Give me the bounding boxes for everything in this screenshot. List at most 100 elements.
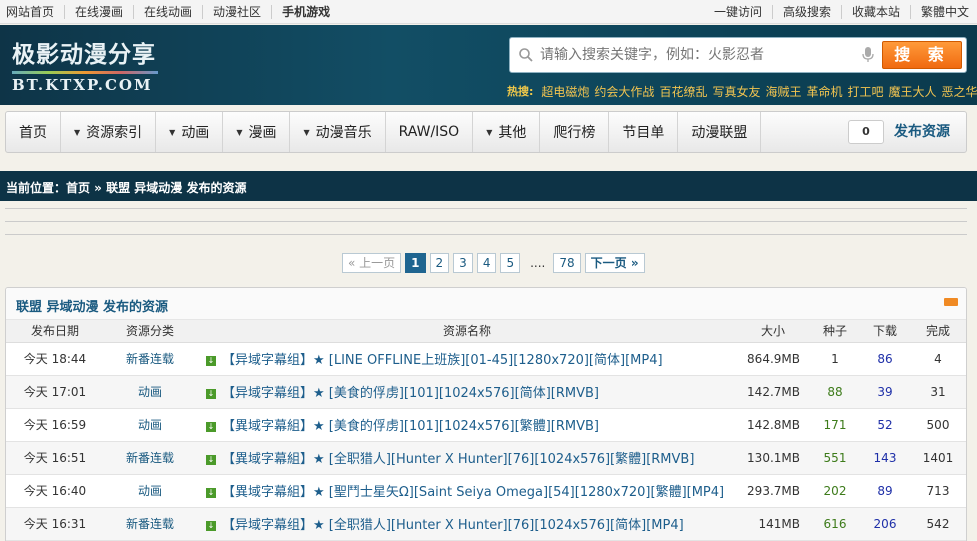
- top-link[interactable]: 收藏本站: [842, 5, 911, 19]
- nav-item[interactable]: ▼ 其他: [473, 112, 541, 152]
- nav-item[interactable]: ▼ 动画: [156, 112, 224, 152]
- hot-search-link[interactable]: 打工吧: [848, 85, 884, 99]
- category-link[interactable]: 动画: [104, 408, 196, 442]
- download-icon[interactable]: ↓: [206, 421, 216, 432]
- column-header[interactable]: 资源名称: [196, 320, 738, 343]
- site-header: 极影动漫分享 BT.KTXP.COM 搜 索 热搜: 超电磁炮约会大作战百花缭乱…: [0, 25, 977, 105]
- table-row: 今天 16:59 动画 ↓ 【異域字幕組】★ [美食的俘虏][101][1024x57…: [6, 408, 966, 442]
- publish-date: 今天 16:31: [6, 507, 104, 541]
- column-header[interactable]: 发布日期: [6, 320, 104, 343]
- download-icon[interactable]: ↓: [206, 487, 216, 498]
- nav-item[interactable]: 爬行榜: [540, 112, 610, 152]
- top-link[interactable]: 在线漫画: [65, 5, 135, 19]
- top-link[interactable]: 动漫社区: [203, 5, 273, 19]
- resource-name-link[interactable]: 【異域字幕組】★ [美食的俘虏][101][1024x576][繁體][RMVB…: [222, 419, 599, 434]
- resource-name-cell: ↓ 【异域字幕组】★ [全职猎人][Hunter X Hunter][76][10…: [196, 507, 738, 541]
- publish-date: 今天 16:59: [6, 408, 104, 442]
- download-icon[interactable]: ↓: [206, 355, 216, 366]
- resource-panel: 联盟 异域动漫 发布的资源 发布日期 资源分类 资源名称 大小 种子 下载 完成 今天 18…: [5, 287, 967, 541]
- nav-item[interactable]: ▼ 动漫音乐: [290, 112, 386, 152]
- table-row: 今天 16:40 动画 ↓ 【異域字幕組】★ [聖鬥士星矢Ω][Saint Seiya…: [6, 474, 966, 508]
- page-number-button[interactable]: 2: [429, 253, 450, 273]
- top-link[interactable]: 网站首页: [0, 5, 66, 19]
- download-count: 52: [862, 408, 908, 442]
- file-size: 142.8MB: [738, 408, 808, 442]
- nav-item[interactable]: 首页: [6, 112, 61, 152]
- microphone-icon[interactable]: [862, 47, 874, 63]
- prev-page-button[interactable]: « 上一页: [342, 253, 402, 273]
- search-input[interactable]: [540, 44, 860, 66]
- caret-down-icon: ▼: [303, 127, 310, 137]
- hot-search-link[interactable]: 魔王大人: [889, 85, 937, 99]
- hot-search-link[interactable]: 百花缭乱: [659, 85, 707, 99]
- nav-item[interactable]: 动漫联盟: [678, 112, 762, 152]
- next-page-button[interactable]: 下一页 »: [584, 253, 645, 273]
- hot-links: 超电磁炮 约会大作战 百花缭乱 写真女友 海贼王 革命机 打工吧 魔王大人 恶之华: [541, 83, 977, 100]
- resource-name-cell: ↓ 【异域字幕组】★ [LINE OFFLINE上班族][01-45][1280x…: [196, 342, 738, 376]
- download-count: 206: [862, 507, 908, 541]
- hot-search-link[interactable]: 革命机: [806, 85, 842, 99]
- nav-item-label: RAW/ISO: [398, 124, 460, 140]
- search-box: 搜 索: [509, 37, 967, 73]
- hot-search-link[interactable]: 超电磁炮: [541, 85, 589, 99]
- category-link[interactable]: 动画: [104, 474, 196, 508]
- top-link[interactable]: 繁體中文: [911, 5, 977, 19]
- top-link[interactable]: 在线动画: [134, 5, 204, 19]
- publish-date: 今天 16:51: [6, 441, 104, 475]
- divider: [5, 234, 967, 235]
- resource-name-link[interactable]: 【異域字幕組】★ [全职猎人][Hunter X Hunter][76][102…: [222, 452, 694, 467]
- page-number-button[interactable]: 3: [453, 253, 473, 273]
- download-icon[interactable]: ↓: [206, 388, 216, 399]
- rss-icon[interactable]: [944, 298, 958, 306]
- nav-item[interactable]: RAW/ISO: [386, 112, 474, 152]
- resource-name-link[interactable]: 【异域字幕组】★ [美食的俘虏][101][1024x576][简体][RMVB…: [222, 386, 599, 401]
- category-link[interactable]: 新番连载: [104, 342, 196, 376]
- resource-name-link[interactable]: 【异域字幕组】★ [全职猎人][Hunter X Hunter][76][102…: [222, 518, 684, 533]
- logo-text: 极影动漫分享: [12, 42, 156, 68]
- resource-name-link[interactable]: 【異域字幕組】★ [聖鬥士星矢Ω][Saint Seiya Omega][54]…: [222, 485, 724, 500]
- caret-down-icon: ▼: [236, 127, 243, 137]
- breadcrumb: 当前位置：首页 » 联盟 异域动漫 发布的资源: [6, 181, 247, 195]
- nav-item-label: 其他: [498, 125, 527, 141]
- publish-resource-link[interactable]: 发布资源: [894, 112, 950, 152]
- category-link[interactable]: 动画: [104, 375, 196, 409]
- column-header[interactable]: 资源分类: [104, 320, 196, 343]
- resource-name-link[interactable]: 【异域字幕组】★ [LINE OFFLINE上班族][01-45][1280x7…: [222, 353, 663, 368]
- breadcrumb-bar: 当前位置：首页 » 联盟 异域动漫 发布的资源: [0, 171, 977, 201]
- hot-search-link[interactable]: 约会大作战: [594, 85, 654, 99]
- top-link[interactable]: 一键访问: [704, 5, 773, 19]
- nav-item-label: 首页: [19, 125, 47, 141]
- seed-count: 551: [808, 441, 862, 475]
- category-link[interactable]: 新番连载: [104, 441, 196, 475]
- hot-search-link[interactable]: 写真女友: [712, 85, 760, 99]
- nav-item[interactable]: 节目单: [609, 112, 679, 152]
- search-button[interactable]: 搜 索: [882, 41, 962, 69]
- nav-item[interactable]: ▼ 资源索引: [61, 112, 157, 152]
- publish-count-badge: 0: [848, 120, 884, 144]
- column-header[interactable]: 种子: [808, 320, 862, 343]
- download-icon[interactable]: ↓: [206, 520, 216, 531]
- page-number-button[interactable]: 4: [476, 253, 497, 273]
- hot-search-link[interactable]: 恶之华: [942, 85, 977, 99]
- page-number-button[interactable]: 1: [405, 253, 426, 273]
- download-icon[interactable]: ↓: [206, 454, 216, 465]
- caret-down-icon: ▼: [74, 127, 81, 137]
- completed-count: 4: [908, 342, 966, 376]
- seed-count: 202: [808, 474, 862, 508]
- column-header[interactable]: 完成: [908, 320, 966, 343]
- page-number-button[interactable]: 5: [500, 253, 521, 273]
- category-link[interactable]: 新番连载: [104, 507, 196, 541]
- panel-title: 联盟 异域动漫 发布的资源: [16, 300, 169, 315]
- hot-label: 热搜:: [507, 85, 534, 98]
- hot-search-link[interactable]: 海贼王: [765, 85, 801, 99]
- top-link[interactable]: 手机游戏: [272, 5, 340, 19]
- top-links-bar: 网站首页 在线漫画 在线动画 动漫社区 手机游戏 一键访问 高级搜索 收藏本站 繁體中文: [0, 0, 977, 24]
- publish-date: 今天 16:40: [6, 474, 104, 508]
- last-page-button[interactable]: 78: [553, 253, 581, 273]
- separator-lines: [5, 208, 967, 247]
- column-header[interactable]: 大小: [738, 320, 808, 343]
- top-link[interactable]: 高级搜索: [773, 5, 842, 19]
- nav-item[interactable]: ▼ 漫画: [223, 112, 291, 152]
- column-header[interactable]: 下载: [862, 320, 908, 343]
- site-logo[interactable]: 极影动漫分享 BT.KTXP.COM: [12, 35, 158, 94]
